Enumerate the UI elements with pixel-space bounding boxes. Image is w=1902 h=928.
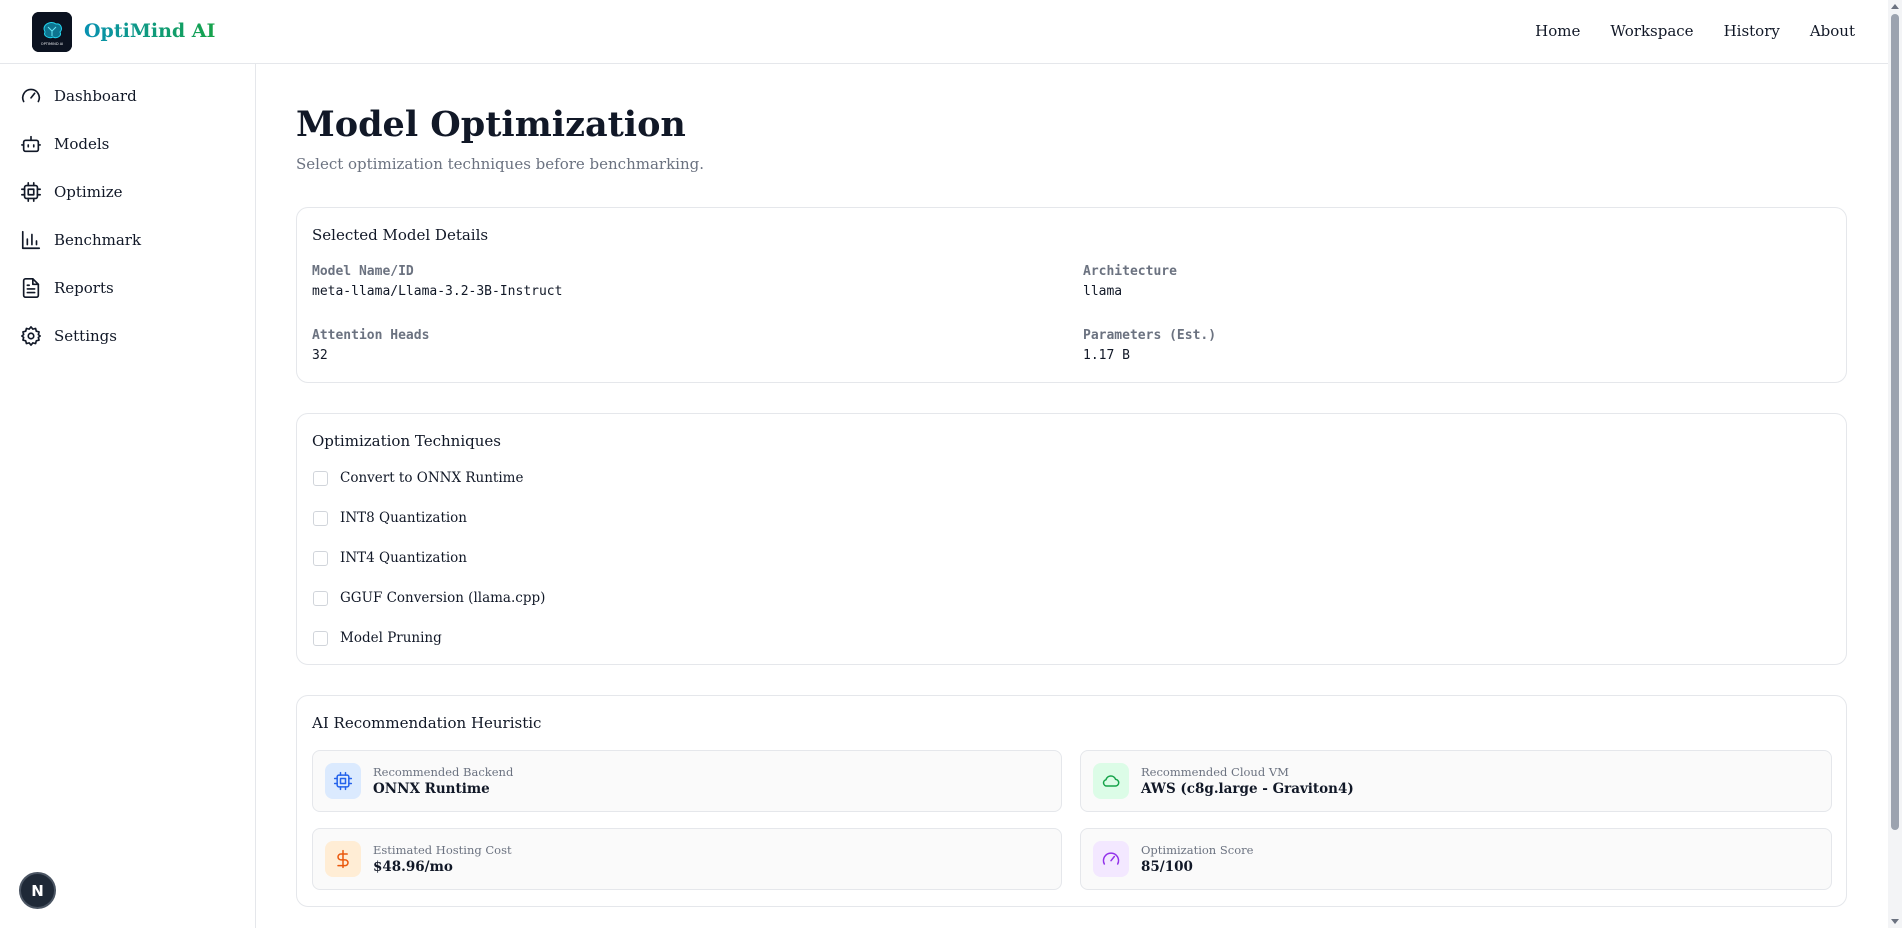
checkbox[interactable] bbox=[313, 590, 328, 606]
optimization-techniques-card: Optimization Techniques Convert to ONNX … bbox=[296, 413, 1847, 665]
option-label: Model Pruning bbox=[340, 630, 442, 646]
card-title: Optimization Techniques bbox=[312, 432, 501, 450]
page-scrollbar[interactable] bbox=[1888, 0, 1902, 928]
option-label: Convert to ONNX Runtime bbox=[340, 470, 524, 486]
scroll-up-arrow-icon[interactable] bbox=[1891, 4, 1899, 9]
rec-tile-cloud-vm: Recommended Cloud VM AWS (c8g.large - Gr… bbox=[1080, 750, 1832, 812]
sidebar-item-optimize[interactable]: Optimize bbox=[20, 180, 123, 204]
cpu-icon bbox=[333, 771, 353, 791]
field-label-architecture: Architecture bbox=[1083, 264, 1177, 279]
rec-icon-bg bbox=[1093, 841, 1129, 877]
nav-history[interactable]: History bbox=[1724, 22, 1780, 40]
rec-icon-bg bbox=[1093, 763, 1129, 799]
field-value-model-name: meta-llama/Llama-3.2-3B-Instruct bbox=[312, 284, 563, 299]
rec-value: AWS (c8g.large - Graviton4) bbox=[1141, 781, 1354, 797]
field-label-model-name: Model Name/ID bbox=[312, 264, 414, 279]
option-gguf[interactable]: GGUF Conversion (llama.cpp) bbox=[313, 590, 545, 606]
rec-label: Estimated Hosting Cost bbox=[373, 843, 512, 857]
option-int8[interactable]: INT8 Quantization bbox=[313, 510, 467, 526]
checkbox[interactable] bbox=[313, 470, 328, 486]
brand-name[interactable]: OptiMind AI bbox=[84, 20, 215, 42]
field-label-attention-heads: Attention Heads bbox=[312, 328, 430, 343]
sidebar-item-reports[interactable]: Reports bbox=[20, 276, 114, 300]
checkbox[interactable] bbox=[313, 550, 328, 566]
rec-label: Recommended Cloud VM bbox=[1141, 765, 1289, 779]
rec-label: Optimization Score bbox=[1141, 843, 1254, 857]
dev-badge[interactable]: N bbox=[19, 872, 56, 909]
logo[interactable]: OPTIMIND AI bbox=[32, 12, 72, 52]
rec-icon-bg bbox=[325, 763, 361, 799]
sidebar-item-label: Reports bbox=[54, 279, 114, 297]
rec-tile-hosting-cost: Estimated Hosting Cost $48.96/mo bbox=[312, 828, 1062, 890]
sidebar-item-label: Dashboard bbox=[54, 87, 137, 105]
scroll-down-arrow-icon[interactable] bbox=[1891, 919, 1899, 924]
ai-recommendation-card: AI Recommendation Heuristic Recommended … bbox=[296, 695, 1847, 907]
checkbox[interactable] bbox=[313, 630, 328, 646]
card-title: Selected Model Details bbox=[312, 226, 489, 244]
sidebar-item-dashboard[interactable]: Dashboard bbox=[20, 84, 137, 108]
option-label: INT4 Quantization bbox=[340, 550, 468, 566]
field-value-attention-heads: 32 bbox=[312, 348, 328, 363]
cloud-icon bbox=[1102, 775, 1120, 787]
sidebar-item-label: Settings bbox=[54, 327, 117, 345]
dollar-icon bbox=[337, 849, 349, 869]
scroll-thumb[interactable] bbox=[1891, 14, 1899, 830]
bar-chart-icon bbox=[21, 230, 41, 250]
nav-about[interactable]: About bbox=[1810, 22, 1855, 40]
sidebar: Dashboard Models Optimize Benchmark Repo… bbox=[0, 64, 256, 928]
model-details-card: Selected Model Details Model Name/ID met… bbox=[296, 207, 1847, 383]
page-title: Model Optimization bbox=[296, 104, 686, 145]
nav-home[interactable]: Home bbox=[1535, 22, 1580, 40]
option-pruning[interactable]: Model Pruning bbox=[313, 630, 442, 646]
option-label: INT8 Quantization bbox=[340, 510, 468, 526]
gauge-icon bbox=[1102, 852, 1120, 865]
logo-text: OPTIMIND AI bbox=[41, 42, 64, 46]
rec-value: 85/100 bbox=[1141, 859, 1193, 875]
logo-brain-icon: OPTIMIND AI bbox=[32, 12, 72, 52]
option-onnx[interactable]: Convert to ONNX Runtime bbox=[313, 470, 523, 486]
bot-icon bbox=[21, 135, 41, 153]
rec-label: Recommended Backend bbox=[373, 765, 514, 779]
option-int4[interactable]: INT4 Quantization bbox=[313, 550, 467, 566]
rec-tile-backend: Recommended Backend ONNX Runtime bbox=[312, 750, 1062, 812]
sidebar-item-label: Benchmark bbox=[54, 231, 142, 249]
option-label: GGUF Conversion (llama.cpp) bbox=[340, 590, 546, 606]
top-nav: Home Workspace History About bbox=[1535, 22, 1855, 40]
sidebar-item-label: Optimize bbox=[54, 183, 123, 201]
page-subtitle: Select optimization techniques before be… bbox=[296, 155, 704, 173]
field-value-parameters: 1.17 B bbox=[1083, 348, 1130, 363]
file-text-icon bbox=[22, 278, 40, 298]
field-label-parameters: Parameters (Est.) bbox=[1083, 328, 1217, 343]
sidebar-item-models[interactable]: Models bbox=[20, 132, 109, 156]
sidebar-item-settings[interactable]: Settings bbox=[20, 324, 117, 348]
gauge-icon bbox=[21, 88, 41, 103]
rec-value: ONNX Runtime bbox=[373, 781, 490, 797]
nav-workspace[interactable]: Workspace bbox=[1610, 22, 1693, 40]
card-title: AI Recommendation Heuristic bbox=[312, 714, 542, 732]
checkbox[interactable] bbox=[313, 510, 328, 526]
rec-icon-bg bbox=[325, 841, 361, 877]
sidebar-item-label: Models bbox=[54, 135, 110, 153]
rec-value: $48.96/mo bbox=[373, 859, 453, 875]
gear-icon bbox=[21, 326, 41, 346]
app-header: OPTIMIND AI OptiMind AI Home Workspace H… bbox=[0, 0, 1888, 64]
sidebar-item-benchmark[interactable]: Benchmark bbox=[20, 228, 141, 252]
field-value-architecture: llama bbox=[1083, 284, 1123, 299]
cpu-icon bbox=[21, 182, 41, 202]
rec-tile-optimization-score: Optimization Score 85/100 bbox=[1080, 828, 1832, 890]
